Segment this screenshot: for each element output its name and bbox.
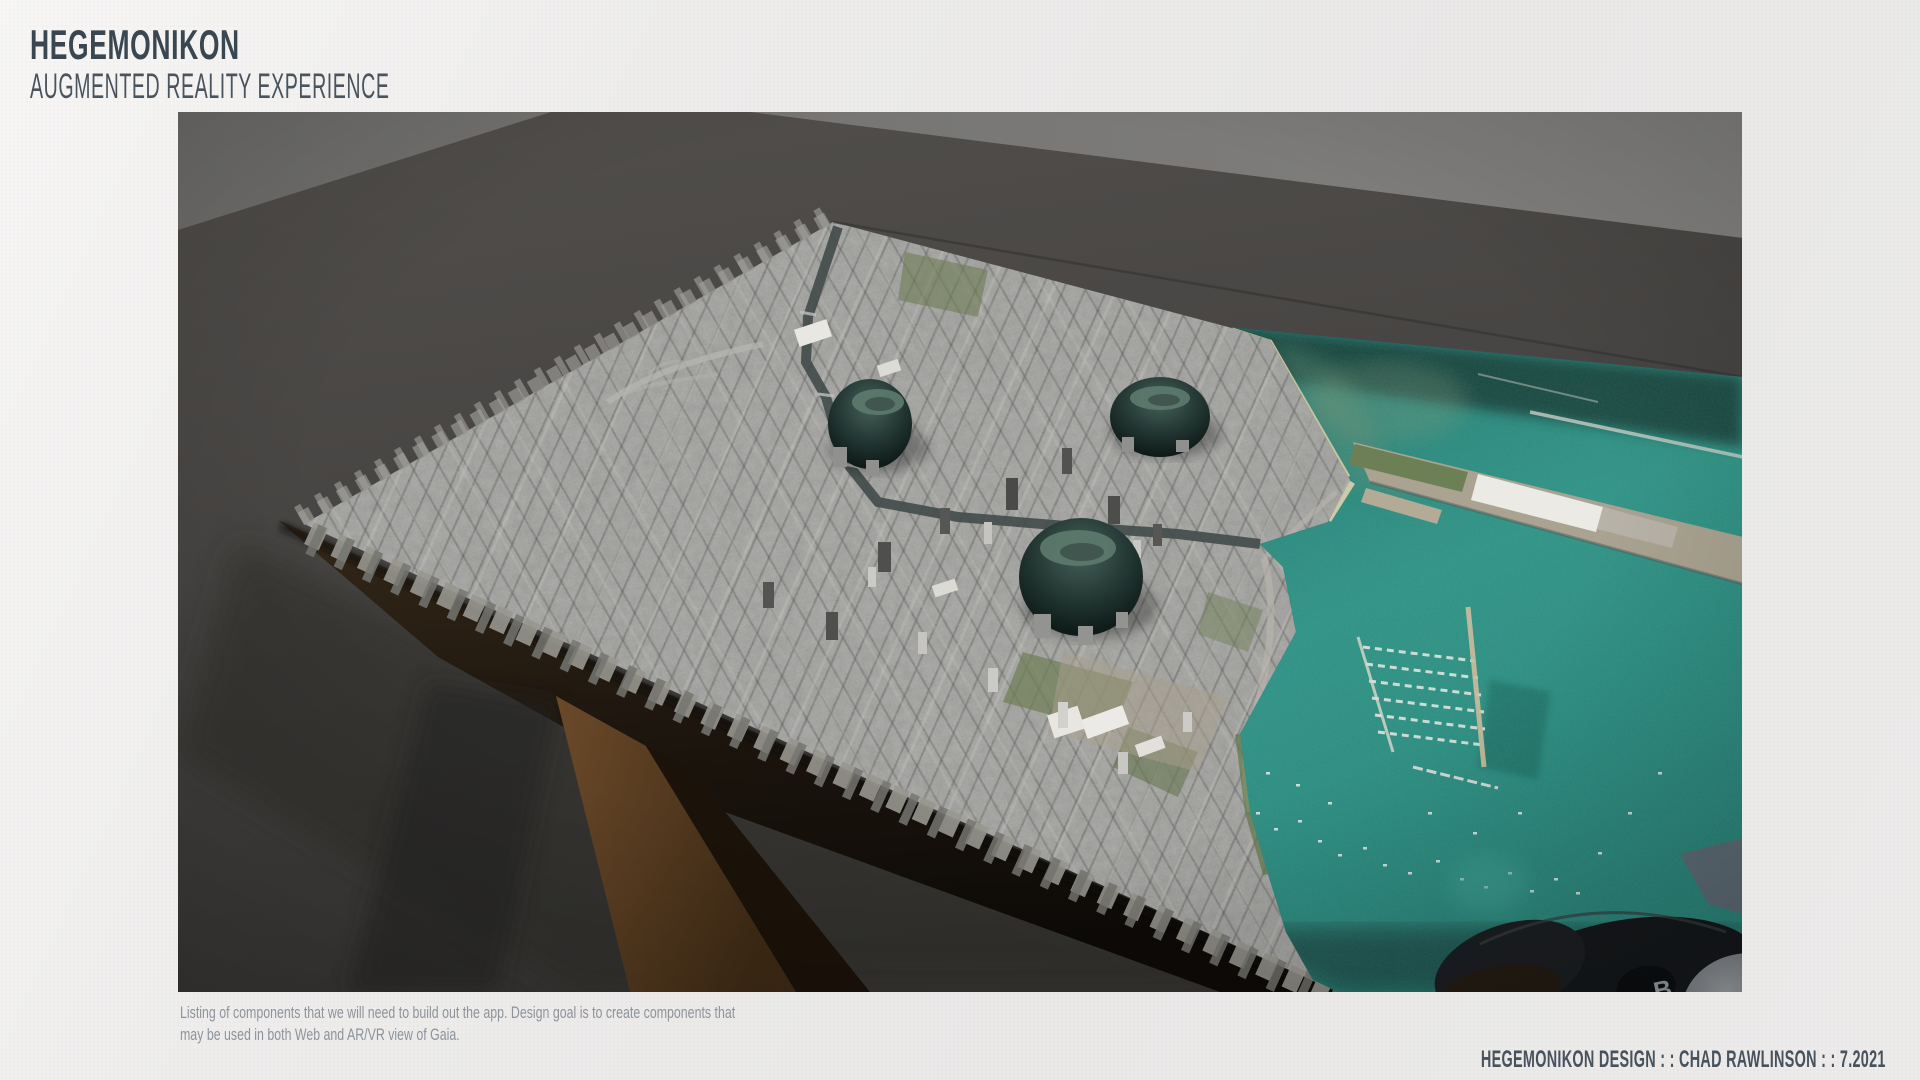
scene-vignette [178, 112, 1742, 992]
ar-scene-svg: B [178, 112, 1742, 992]
caption-line-1: Listing of components that we will need … [180, 1002, 735, 1024]
ar-scene-render: B [178, 112, 1742, 992]
footer-credit: HEGEMONIKON DESIGN : : CHAD RAWLINSON : … [1481, 1046, 1886, 1074]
page-subtitle: AUGMENTED REALITY EXPERIENCE [30, 69, 389, 106]
caption-line-2: may be used in both Web and AR/VR view o… [180, 1024, 735, 1046]
page-title: HEGEMONIKON [30, 24, 434, 66]
slide-header: HEGEMONIKON AUGMENTED REALITY EXPERIENCE [30, 24, 672, 106]
image-caption: Listing of components that we will need … [180, 1002, 735, 1046]
